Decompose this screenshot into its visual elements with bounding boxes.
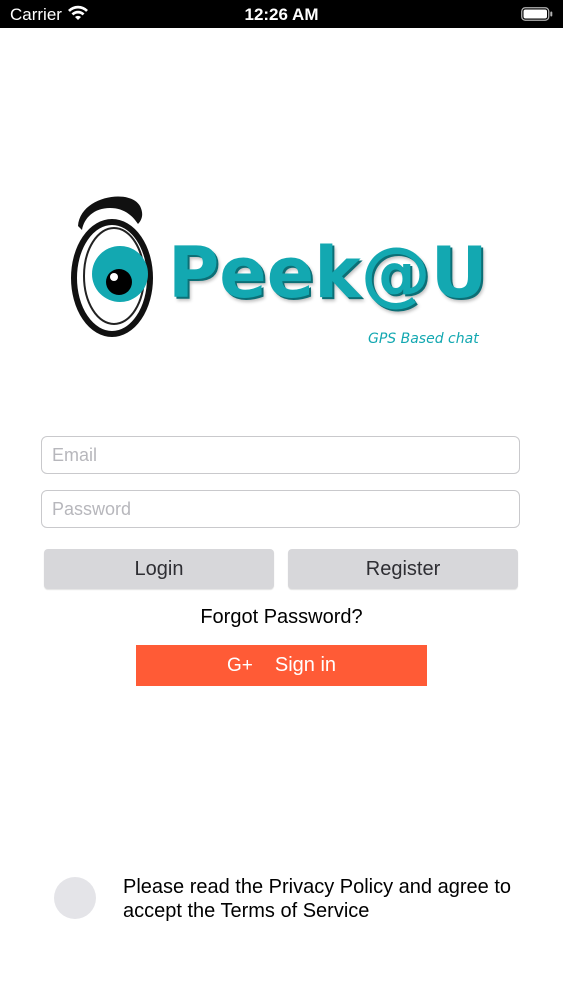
- google-plus-icon: G+: [226, 654, 253, 676]
- login-button-label: Login: [134, 557, 184, 580]
- privacy-checkbox[interactable]: [54, 877, 96, 919]
- password-field[interactable]: [41, 490, 520, 528]
- google-sign-in-button[interactable]: G+ Sign in: [136, 645, 427, 686]
- register-button-label: Register: [365, 557, 441, 580]
- battery-icon: [521, 7, 553, 21]
- logo-tagline: GPS Based chat: [368, 331, 479, 347]
- forgot-password-link[interactable]: Forgot Password?: [0, 606, 563, 629]
- status-time: 12:26 AM: [244, 5, 319, 24]
- privacy-policy-text[interactable]: Please read the Privacy Policy and agree…: [123, 875, 533, 923]
- eye-icon: [71, 196, 153, 337]
- app-logo: Peek@U GPS Based chat: [68, 188, 498, 348]
- google-sign-in-label: Sign in: [274, 654, 337, 676]
- status-bar: Carrier 12:26 AM: [0, 0, 563, 28]
- logo-wordmark: Peek@U: [168, 232, 488, 314]
- login-button[interactable]: Login: [44, 549, 274, 589]
- email-field[interactable]: [41, 436, 520, 474]
- register-button[interactable]: Register: [288, 549, 518, 589]
